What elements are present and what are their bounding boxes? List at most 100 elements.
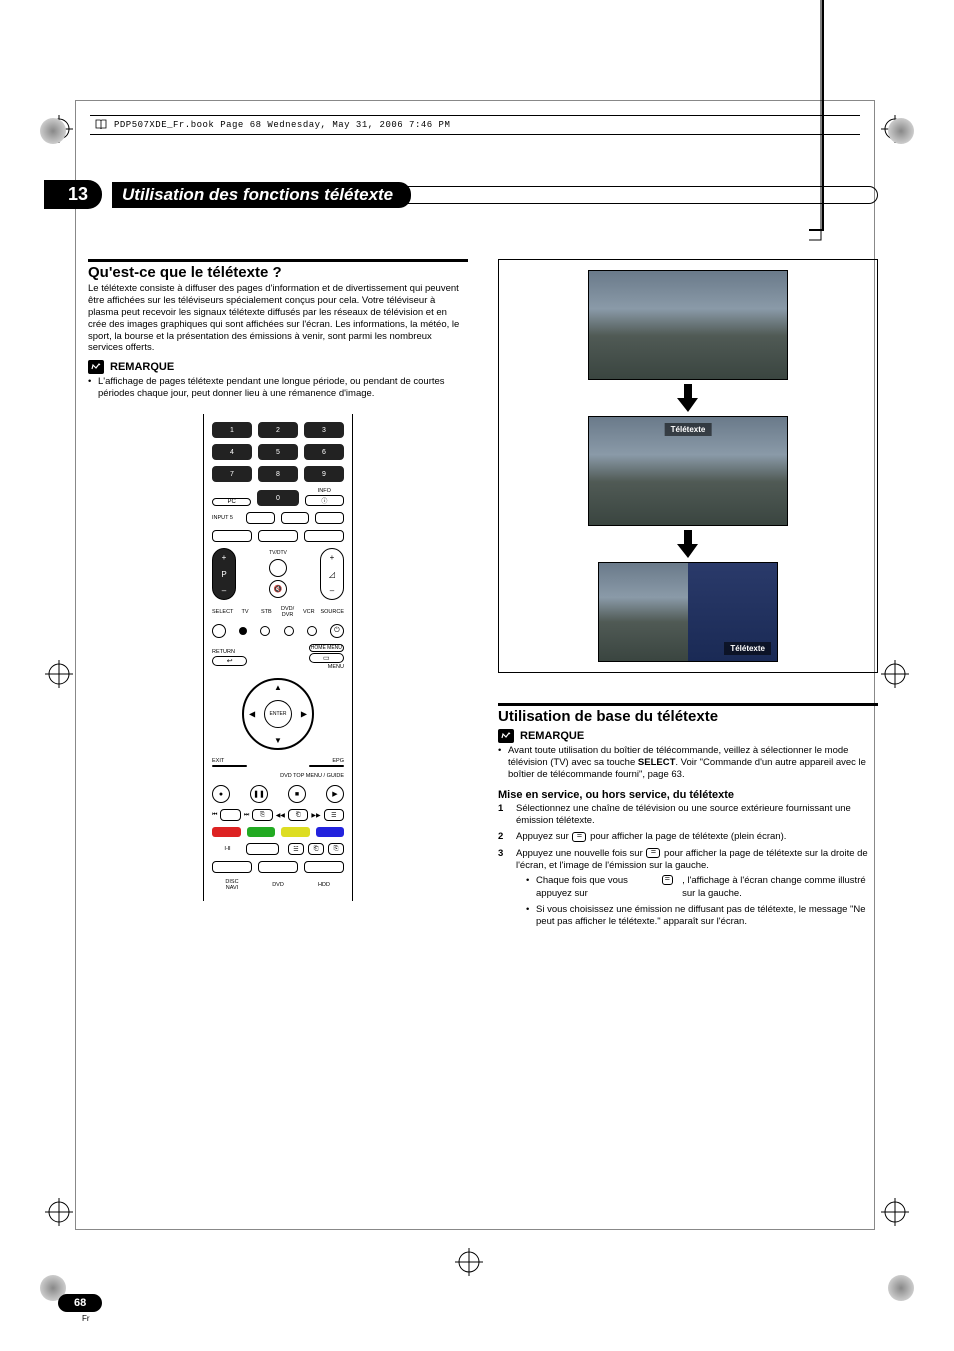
remote-key-0: 0	[257, 490, 298, 506]
teletext-button-icon: ☰	[646, 848, 660, 858]
remote-control-illustration: 1 2 3 4 5 6 7 8 9	[203, 414, 353, 901]
remote-label-select: SELECT	[212, 609, 233, 615]
note-bullet: L'affichage de pages télétexte pendant u…	[88, 376, 468, 400]
note-label: REMARQUE	[110, 361, 174, 373]
remote-led-dvddvr	[284, 626, 294, 636]
remote-key-play: ▶	[326, 785, 344, 803]
step-2: 2 Appuyez sur ☰ pour afficher la page de…	[498, 831, 878, 843]
remote-key-skip-fwd: ⎘	[252, 809, 272, 821]
page-footer: 68 Fr	[88, 1294, 102, 1323]
remote-key-enter: ENTER	[264, 700, 292, 728]
remote-key-rec: ●	[212, 785, 230, 803]
teletext-button-icon: ☰	[662, 875, 674, 885]
remote-key-9: 9	[304, 466, 344, 482]
loop-arrow-icon	[803, 0, 833, 250]
remote-key-misc1	[212, 530, 252, 542]
remote-led-stb	[260, 626, 270, 636]
remote-channel-rocker: + P –	[212, 548, 236, 600]
remote-key-return: ↩	[212, 656, 247, 666]
remote-key-bottom1	[212, 861, 252, 873]
remote-label-info: INFO	[318, 488, 331, 494]
registration-mark-icon	[881, 1198, 909, 1226]
remote-key-tvdtv	[269, 559, 287, 577]
teletext-overlay-label: Télétexte	[665, 423, 712, 436]
remote-led-tv	[239, 627, 247, 635]
step-3-sub1: Chaque fois que vous appuyez sur ☰, l'af…	[516, 875, 878, 900]
remote-label-tv: TV	[235, 609, 254, 615]
remote-key-tt-a: ☱	[288, 843, 304, 855]
remote-label-tvdtv: TV/DTV	[269, 550, 287, 556]
remote-key-3: 3	[304, 422, 344, 438]
remote-key-4: 4	[212, 444, 252, 460]
teletext-overlay-label: Télétexte	[724, 642, 771, 655]
screenshot-normal	[588, 270, 788, 380]
note-label: REMARQUE	[520, 730, 584, 742]
corner-dot-icon	[40, 118, 66, 144]
remote-key-bottom2	[258, 861, 298, 873]
screenshot-teletext-half: Télétexte	[598, 562, 778, 662]
chapter-title: Utilisation des fonctions télétexte	[112, 182, 411, 208]
remote-label-dvd-top-menu: DVD TOP MENU / GUIDE	[212, 773, 344, 779]
remote-key-bottom3	[304, 861, 344, 873]
header-filename: PDP507XDE_Fr.book Page 68 Wednesday, May…	[114, 120, 450, 130]
remote-key-mute: 🔇	[269, 580, 287, 598]
registration-mark-icon	[455, 1248, 483, 1276]
step-3: 3 Appuyez une nouvelle fois sur ☰ pour a…	[498, 848, 878, 933]
dpad-left-icon: ◀	[249, 710, 255, 719]
remote-key-ff: ☰	[324, 809, 344, 821]
remote-label-dvd: DVD	[258, 882, 298, 888]
sub-heading: Mise en service, ou hors service, du tél…	[498, 789, 878, 801]
remote-key-pc: PC	[212, 498, 251, 506]
remote-key-yellow	[281, 827, 310, 837]
registration-mark-icon	[45, 660, 73, 688]
teletext-cycle-figure: Télétexte Télétexte	[498, 259, 878, 673]
section2-title: Utilisation de base du télétexte	[498, 708, 878, 725]
book-icon	[94, 118, 108, 132]
remote-key-blue	[316, 827, 345, 837]
remote-key-6: 6	[304, 444, 344, 460]
remote-key-7: 7	[212, 466, 252, 482]
chapter-number-badge: 13	[44, 180, 102, 209]
remote-key-2: 2	[258, 422, 298, 438]
pdf-header-bar: PDP507XDE_Fr.book Page 68 Wednesday, May…	[90, 115, 860, 135]
remote-key-audio-i-ii	[246, 843, 279, 855]
remote-key-rew: ⎗	[288, 809, 308, 821]
step-1: 1 Sélectionnez une chaîne de télévision …	[498, 803, 878, 828]
remote-key-select	[212, 624, 226, 638]
remote-dpad: ▲ ▼ ◀ ▶ ENTER	[242, 678, 314, 750]
remote-key-red	[212, 827, 241, 837]
section1-title: Qu'est-ce que le télétexte ?	[88, 264, 468, 281]
screenshot-teletext-full: Télétexte	[588, 416, 788, 526]
corner-dot-icon	[888, 118, 914, 144]
remote-key-menu: ▭	[309, 653, 344, 663]
remote-label-stb: STB	[257, 609, 276, 615]
dpad-down-icon: ▼	[274, 736, 282, 745]
remote-key-input5a	[246, 512, 275, 524]
remote-label-epg: EPG	[309, 758, 344, 764]
registration-mark-icon	[881, 660, 909, 688]
corner-dot-icon	[888, 1275, 914, 1301]
remote-label-menu: MENU	[309, 664, 344, 670]
remote-key-pause: ❚❚	[250, 785, 268, 803]
remote-label-return: RETURN	[212, 649, 247, 655]
remote-key-source: ⏻	[330, 624, 344, 638]
section-rule	[88, 259, 468, 262]
remote-key-8: 8	[258, 466, 298, 482]
note-icon	[88, 360, 104, 374]
remote-key-home-menu: HOME MENU	[309, 644, 344, 652]
remote-key-stop: ■	[288, 785, 306, 803]
remote-key-misc3	[304, 530, 344, 542]
arrow-down-icon	[677, 530, 699, 558]
page-lang: Fr	[82, 1314, 102, 1323]
teletext-button-icon: ☰	[572, 832, 586, 842]
arrow-down-icon	[677, 384, 699, 412]
remote-key-skip-back	[220, 809, 240, 821]
registration-mark-icon	[45, 1198, 73, 1226]
remote-label-source: SOURCE	[320, 609, 344, 615]
remote-key-tt-c: ⎘	[328, 843, 344, 855]
page-number-badge: 68	[58, 1294, 102, 1312]
remote-label-exit: EXIT	[212, 758, 247, 764]
remote-key-exit	[212, 765, 247, 767]
remote-label-vcr: VCR	[299, 609, 318, 615]
step-3-sub2: Si vous choisissez une émission ne diffu…	[516, 904, 878, 929]
